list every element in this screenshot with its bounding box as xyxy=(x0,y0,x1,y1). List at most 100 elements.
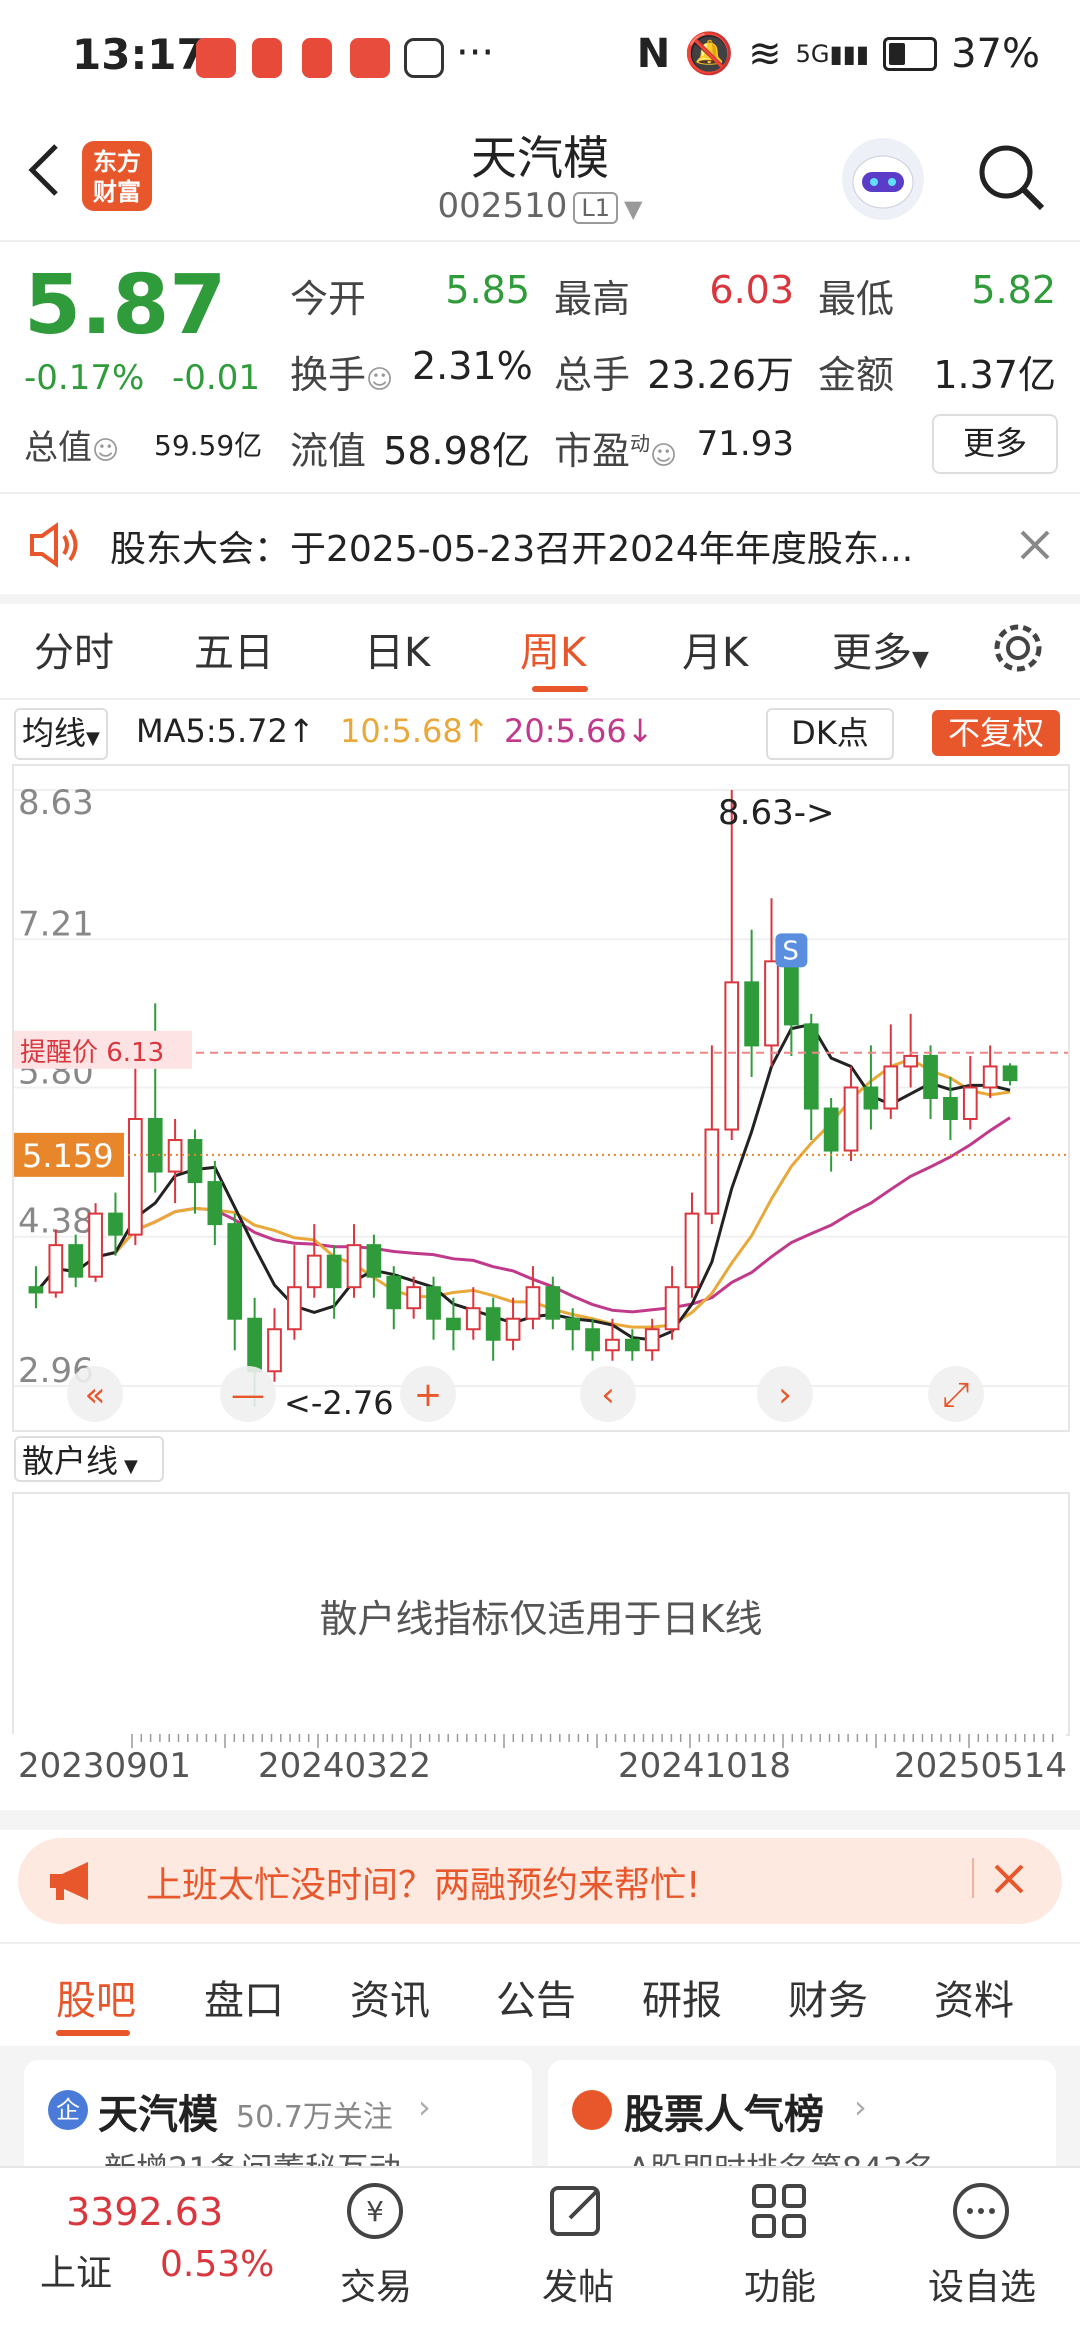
close-icon[interactable] xyxy=(1018,528,1052,562)
chevron-down-icon: ▼ xyxy=(623,195,643,223)
more-button[interactable]: 更多 xyxy=(932,414,1058,474)
stock-code: 002510 xyxy=(437,186,568,226)
search-icon[interactable] xyxy=(974,140,1048,214)
scroll-first-icon: « xyxy=(85,1375,106,1415)
candle-body xyxy=(744,981,759,1047)
candle-body xyxy=(127,1118,143,1236)
separator xyxy=(0,1810,1080,1830)
scroll-left-icon: ‹ xyxy=(601,1375,615,1415)
sub-indicator-select[interactable]: 散户线 ▼ xyxy=(14,1436,164,1482)
index-change[interactable]: 0.53% xyxy=(160,2244,274,2285)
candle-body xyxy=(88,1212,103,1278)
kline-chart[interactable]: 8.63 7.21 5.80 4.38 2.96 提醒价 6.13 5.159 8.63-> <… xyxy=(12,764,1070,1432)
candle-body xyxy=(823,1107,839,1152)
tab-intraday[interactable]: 分时 xyxy=(34,620,114,678)
tab-forum[interactable]: 股吧 xyxy=(56,1968,136,2026)
dk-point-select[interactable]: DK点 xyxy=(766,708,894,760)
adjust-toggle[interactable]: 不复权 xyxy=(932,710,1060,756)
candle-body xyxy=(326,1254,342,1289)
forum-card[interactable]: 企 天汽模 50.7万关注 › 新增21条问董秘互动 xyxy=(24,2060,532,2188)
close-icon[interactable] xyxy=(992,1862,1026,1896)
functions-icon[interactable] xyxy=(744,2176,814,2246)
tab-news[interactable]: 资讯 xyxy=(350,1968,430,2026)
turnover-value: 2.31% xyxy=(412,344,533,388)
high-label: 最高 xyxy=(554,277,631,321)
tab-five-day[interactable]: 五日 xyxy=(194,620,274,678)
candle-body xyxy=(644,1328,660,1352)
tab-profile[interactable]: 资料 xyxy=(934,1968,1014,2026)
post-icon[interactable] xyxy=(542,2176,612,2246)
divider xyxy=(972,1858,974,1898)
candle-body xyxy=(605,1338,620,1352)
pe-label[interactable]: 市盈动☺ xyxy=(554,420,677,475)
fullscreen-icon: ⤢ xyxy=(942,1375,969,1415)
nav-functions[interactable]: 功能 xyxy=(710,2258,850,2310)
amount-label: 金额 xyxy=(818,353,895,397)
ma20-label: 20:5.66↓ xyxy=(504,712,654,750)
more-notifications-icon: ··· xyxy=(456,30,495,76)
red-packet-icon xyxy=(302,38,332,78)
candle-body xyxy=(485,1307,501,1341)
candle-body xyxy=(48,1244,64,1294)
candle-body xyxy=(982,1065,998,1089)
level-badge: L1 xyxy=(573,191,618,224)
y-tick-label: 7.21 xyxy=(18,904,94,944)
wifi-icon: ≋ xyxy=(748,30,782,77)
nav-add-watchlist[interactable]: 设自选 xyxy=(912,2258,1052,2310)
nav-trade[interactable]: 交易 xyxy=(306,2258,446,2310)
y-tick-label: 8.63 xyxy=(18,783,94,823)
card-title: 天汽模 xyxy=(98,2092,218,2138)
change-amount: -0.01 xyxy=(172,358,260,398)
candle-body xyxy=(704,1128,720,1215)
chevron-right-icon: › xyxy=(854,2088,867,2126)
tab-finance[interactable]: 财务 xyxy=(788,1968,868,2026)
candle-body xyxy=(366,1244,382,1278)
watchlist-icon[interactable] xyxy=(946,2176,1016,2246)
signal-icon: 5G▮▮▮ xyxy=(795,39,870,68)
tab-daily-k[interactable]: 日K xyxy=(364,620,430,678)
turnover-label[interactable]: 换手☺ xyxy=(290,344,393,399)
amount-value: 1.37亿 xyxy=(933,353,1056,397)
tab-order-book[interactable]: 盘口 xyxy=(204,1968,284,2026)
candle-body xyxy=(585,1328,600,1352)
signal-s-label: S xyxy=(782,936,799,966)
tab-announcements[interactable]: 公告 xyxy=(496,1968,576,2026)
app-notification-icon xyxy=(350,38,390,78)
index-name[interactable]: 上证 xyxy=(40,2244,112,2296)
indicator-select[interactable]: 均线▼ xyxy=(14,708,108,760)
tab-monthly-k[interactable]: 月K xyxy=(682,620,748,678)
float-value-label: 流值 xyxy=(290,429,367,473)
trade-icon[interactable]: ¥ xyxy=(340,2176,410,2246)
low-value: 5.82 xyxy=(971,268,1056,312)
candle-body xyxy=(565,1317,581,1331)
caret-down-icon: ▼ xyxy=(912,647,929,672)
tab-more[interactable]: 更多▼ xyxy=(832,620,929,678)
candle-body xyxy=(863,1086,879,1110)
candle-body xyxy=(525,1286,541,1320)
promo-text: 上班太忙没时间？两融预约来帮忙! xyxy=(146,1865,701,1906)
total-value: 59.59亿 xyxy=(154,429,263,462)
tab-research[interactable]: 研报 xyxy=(642,1968,722,2026)
candle-body xyxy=(267,1328,282,1373)
tab-weekly-k[interactable]: 周K xyxy=(520,620,586,678)
candle-body xyxy=(386,1275,402,1310)
nav-post[interactable]: 发帖 xyxy=(508,2258,648,2310)
assistant-robot-icon[interactable] xyxy=(842,138,924,220)
gear-icon[interactable] xyxy=(990,620,1046,676)
nfc-icon: N xyxy=(636,30,671,77)
candle-body xyxy=(465,1307,481,1331)
active-tab-indicator xyxy=(532,686,588,692)
card-title: 股票人气榜 xyxy=(624,2092,824,2138)
candle-body xyxy=(803,1023,819,1110)
date-tick: 20230901 xyxy=(18,1746,192,1786)
change-percent: -0.17% xyxy=(24,358,145,398)
total-value-label[interactable]: 总值☺ xyxy=(24,420,119,469)
high-label: 8.63-> xyxy=(718,793,834,833)
megaphone-icon xyxy=(50,1862,88,1900)
card-followers: 50.7万关注 xyxy=(236,2100,393,2135)
candle-body xyxy=(505,1317,521,1341)
index-value[interactable]: 3392.63 xyxy=(66,2190,223,2234)
popularity-card[interactable]: 股票人气榜 › A股即时排名第843名 xyxy=(548,2060,1056,2188)
ma5-line xyxy=(34,1022,1011,1342)
sub-indicator-message: 散户线指标仅适用于日K线 xyxy=(319,1597,763,1641)
